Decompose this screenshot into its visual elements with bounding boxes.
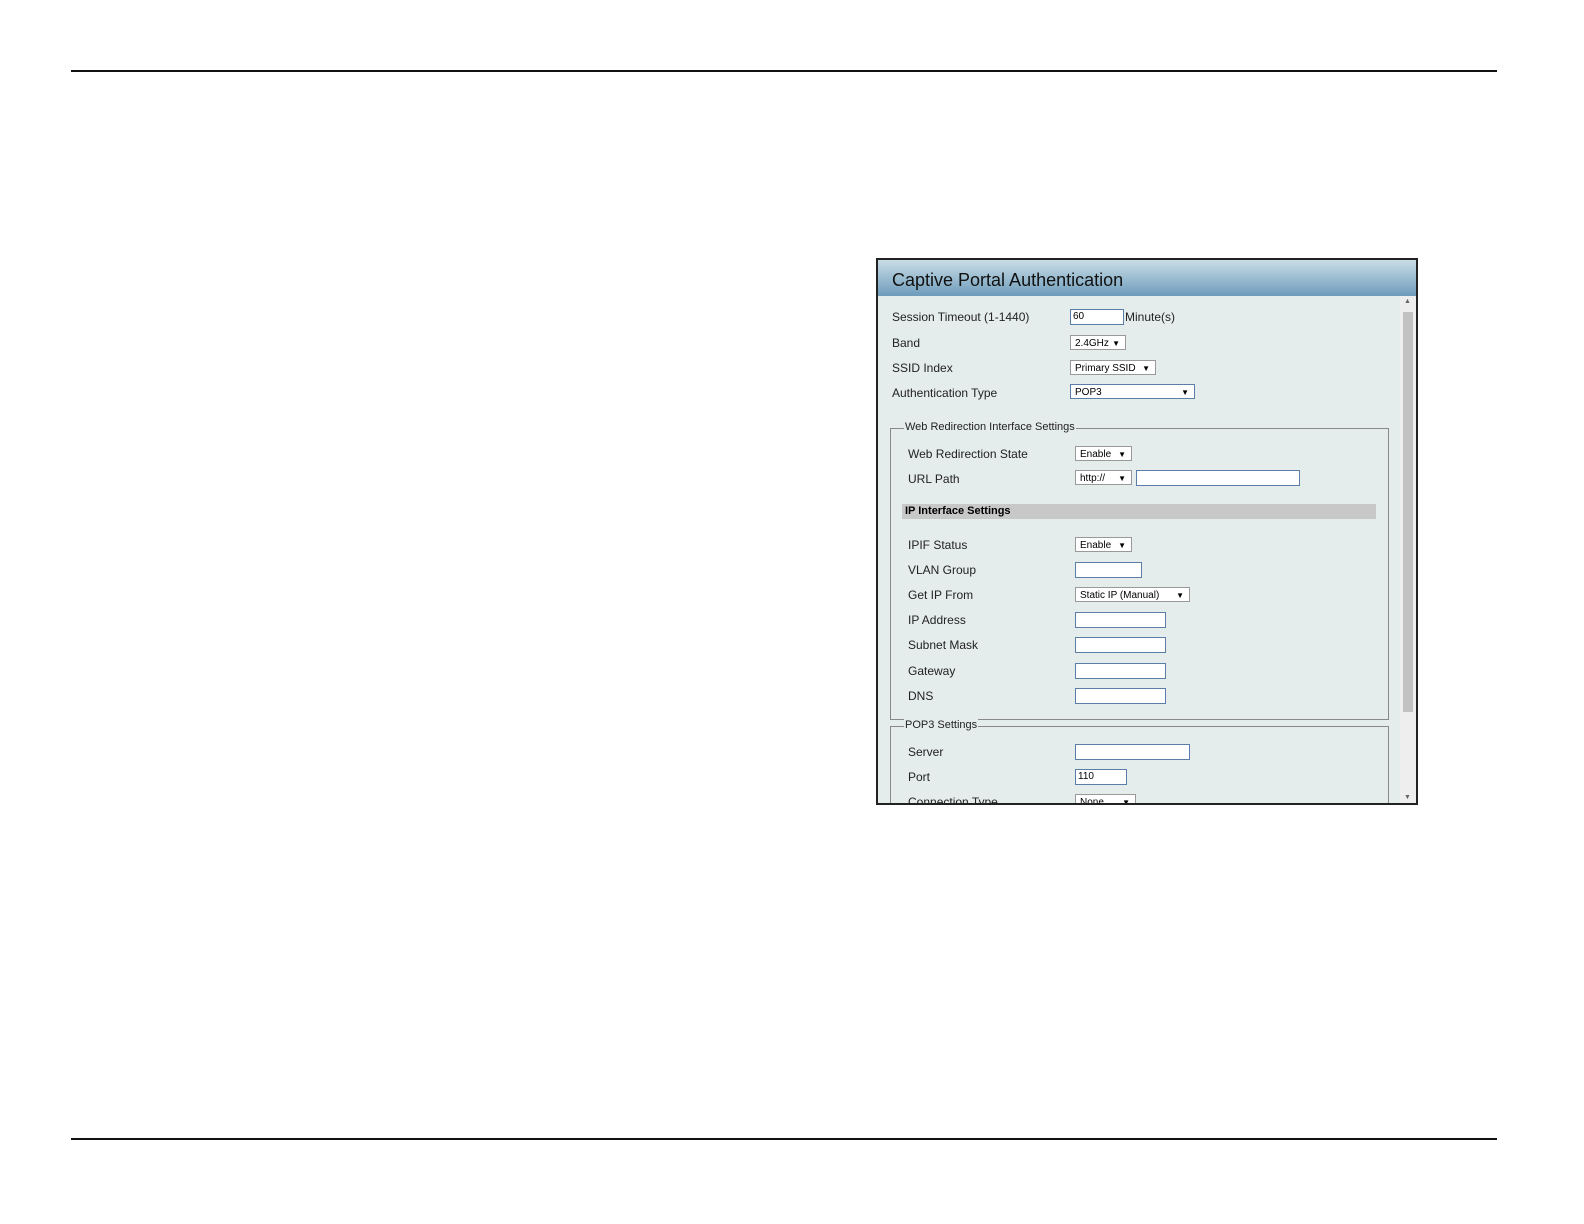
auth-type-value: POP3 xyxy=(1075,387,1102,398)
band-select[interactable]: 2.4GHz ▼ xyxy=(1070,335,1126,350)
scroll-down-icon[interactable]: ▼ xyxy=(1404,794,1411,801)
ip-address-label: IP Address xyxy=(908,613,966,627)
ip-address-input[interactable] xyxy=(1075,612,1166,628)
dns-label: DNS xyxy=(908,689,934,703)
web-redirection-state-select[interactable]: Enable ▼ xyxy=(1075,446,1132,461)
subnet-mask-label: Subnet Mask xyxy=(908,638,979,652)
subnet-mask-input[interactable] xyxy=(1075,637,1166,653)
web-redirection-legend: Web Redirection Interface Settings xyxy=(904,421,1076,433)
get-ip-from-label: Get IP From xyxy=(908,588,974,602)
chevron-down-icon: ▼ xyxy=(1142,364,1150,373)
scroll-up-icon[interactable]: ▲ xyxy=(1404,298,1411,305)
chevron-down-icon: ▼ xyxy=(1118,474,1126,483)
band-label: Band xyxy=(892,336,921,350)
pop3-fieldset xyxy=(890,726,1389,803)
web-redirection-state-label: Web Redirection State xyxy=(908,447,1028,461)
panel-header: Captive Portal Authentication xyxy=(878,260,1416,296)
vlan-group-label: VLAN Group xyxy=(908,563,977,577)
chevron-down-icon: ▼ xyxy=(1176,591,1184,600)
chevron-down-icon: ▼ xyxy=(1181,388,1189,397)
session-timeout-input[interactable]: 60 xyxy=(1070,309,1124,325)
server-label: Server xyxy=(908,745,944,759)
connection-type-value: None xyxy=(1080,797,1104,805)
bottom-rule xyxy=(71,1138,1497,1140)
gateway-input[interactable] xyxy=(1075,663,1166,679)
auth-type-label: Authentication Type xyxy=(892,386,998,400)
url-protocol-select[interactable]: http:// ▼ xyxy=(1075,470,1132,485)
chevron-down-icon: ▼ xyxy=(1118,450,1126,459)
pop3-legend: POP3 Settings xyxy=(904,719,979,731)
connection-type-label: Connection Type xyxy=(908,795,998,805)
minutes-unit: Minute(s) xyxy=(1125,310,1176,324)
captive-portal-screenshot: Captive Portal Authentication Session Ti… xyxy=(876,258,1418,805)
session-timeout-label: Session Timeout (1-1440) xyxy=(892,310,1030,324)
ssid-index-select[interactable]: Primary SSID ▼ xyxy=(1070,360,1156,375)
chevron-down-icon: ▼ xyxy=(1112,339,1120,348)
get-ip-from-select[interactable]: Static IP (Manual) ▼ xyxy=(1075,587,1190,602)
auth-type-select[interactable]: POP3 ▼ xyxy=(1070,384,1195,399)
connection-type-select[interactable]: None ▼ xyxy=(1075,794,1136,805)
top-rule xyxy=(71,70,1497,72)
get-ip-from-value: Static IP (Manual) xyxy=(1080,590,1160,601)
port-input[interactable]: 110 xyxy=(1075,769,1127,785)
scrollbar-thumb[interactable] xyxy=(1403,312,1413,712)
chevron-down-icon: ▼ xyxy=(1122,798,1130,805)
band-value: 2.4GHz xyxy=(1075,338,1109,349)
vlan-group-input[interactable] xyxy=(1075,562,1142,578)
dns-input[interactable] xyxy=(1075,688,1166,704)
ip-interface-settings-header: IP Interface Settings xyxy=(902,504,1376,519)
url-path-input[interactable] xyxy=(1136,470,1300,486)
ipif-status-select[interactable]: Enable ▼ xyxy=(1075,537,1132,552)
ipif-status-label: IPIF Status xyxy=(908,538,968,552)
server-input[interactable] xyxy=(1075,744,1190,760)
port-label: Port xyxy=(908,770,931,784)
ipif-status-value: Enable xyxy=(1080,540,1112,551)
ssid-index-label: SSID Index xyxy=(892,361,953,375)
panel-title: Captive Portal Authentication xyxy=(892,270,1124,290)
chevron-down-icon: ▼ xyxy=(1118,541,1126,550)
url-path-label: URL Path xyxy=(908,472,960,486)
url-protocol-value: http:// xyxy=(1080,473,1106,484)
scrollbar[interactable]: ▲ ▼ xyxy=(1400,296,1416,803)
ssid-index-value: Primary SSID xyxy=(1075,363,1136,374)
gateway-label: Gateway xyxy=(908,664,956,678)
web-redirection-state-value: Enable xyxy=(1080,449,1112,460)
